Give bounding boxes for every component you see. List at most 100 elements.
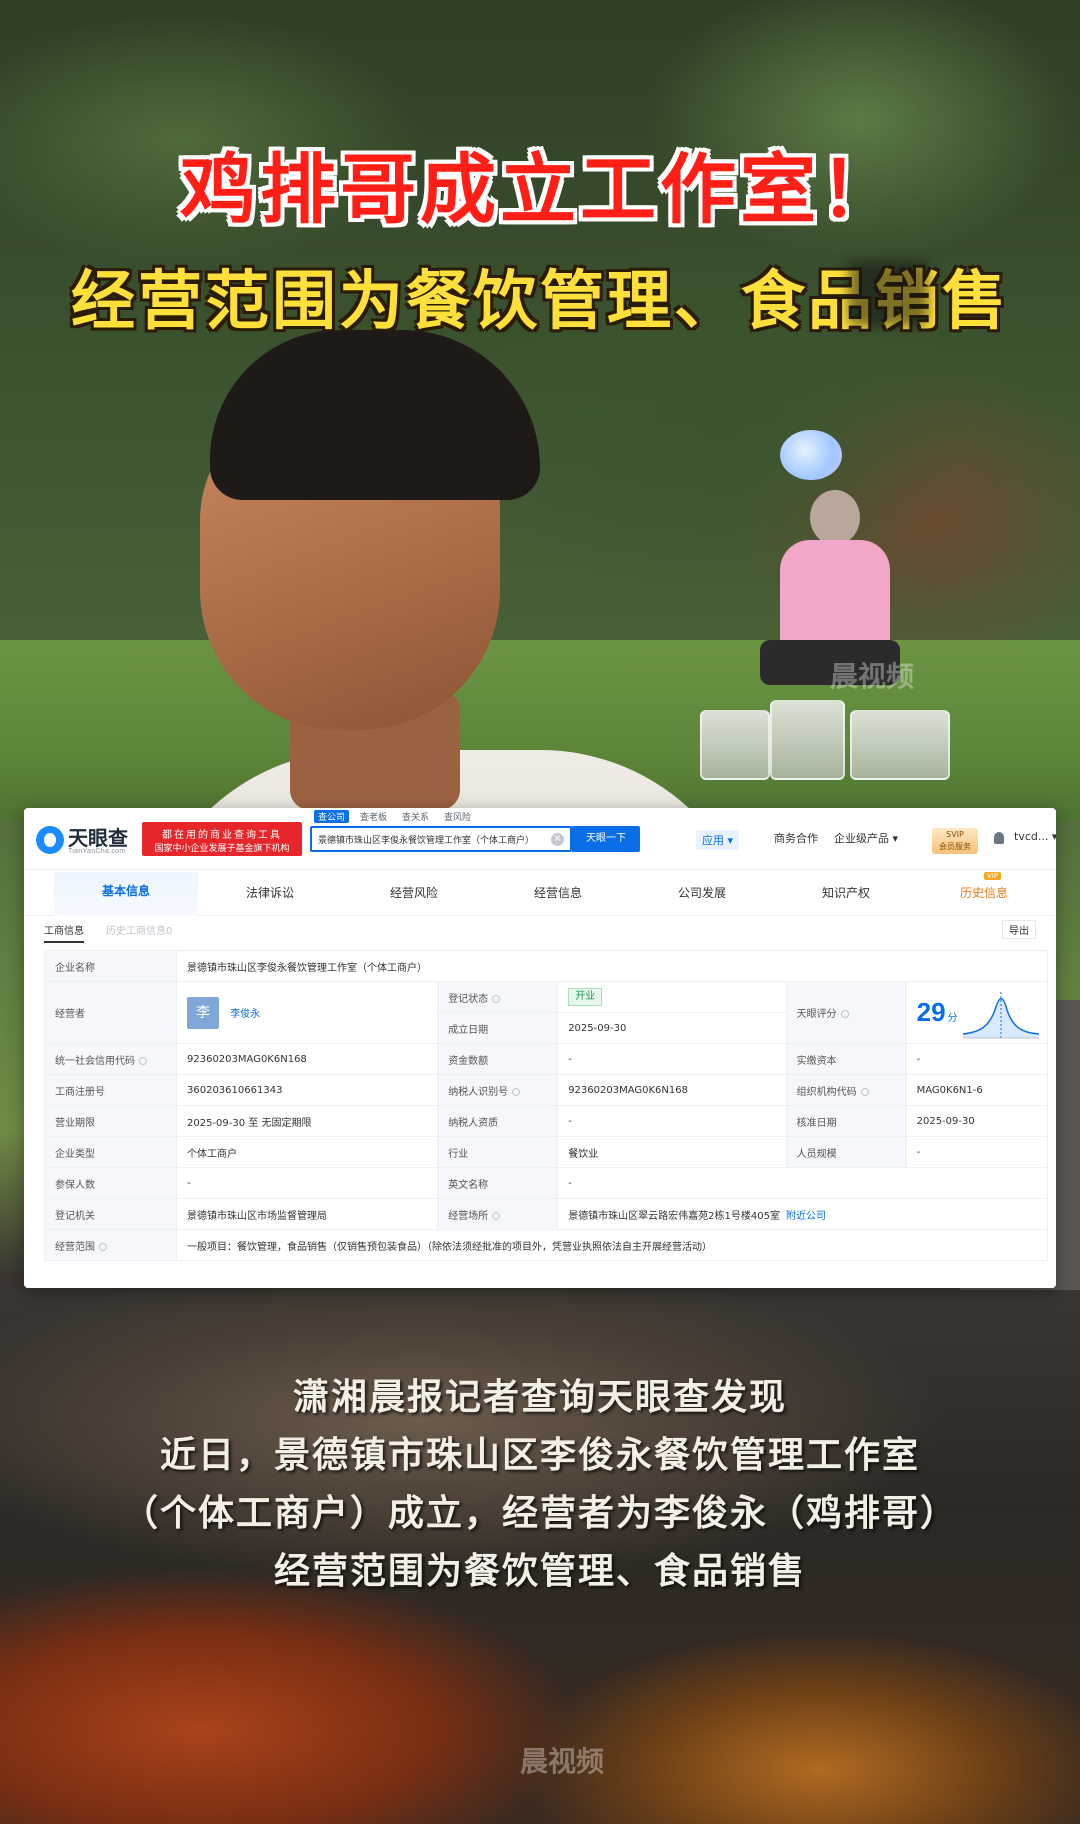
operator-label: 经营者	[44, 981, 177, 1044]
english-label: 英文名称	[437, 1167, 559, 1199]
business-link[interactable]: 商务合作	[774, 830, 818, 846]
vip-badge: VIP	[984, 872, 1002, 880]
tax-id-label-cell: 纳税人识别号	[437, 1074, 559, 1106]
tax-qual-label: 纳税人资质	[437, 1105, 559, 1137]
subtab-business-info[interactable]: 工商信息	[44, 922, 84, 943]
products-menu[interactable]: 企业级产品 ▾	[834, 830, 898, 846]
watermark-bottom: 晨视频	[520, 1745, 605, 1778]
man-figure	[140, 330, 760, 1010]
authority-label: 登记机关	[44, 1198, 177, 1230]
status-label-cell: 登记状态	[437, 981, 559, 1013]
company-type: 个体工商户	[175, 1136, 439, 1168]
subtab-history[interactable]: 历史工商信息0	[106, 922, 172, 937]
table-row: 经营范围 一般项目：餐饮管理，食品销售（仅销售预包装食品）（除依法须经批准的项目…	[44, 1229, 1048, 1261]
address-label-cell: 经营场所	[437, 1198, 559, 1230]
bell-icon[interactable]	[994, 832, 1004, 844]
table-row: 经营者 李 李俊永 登记状态 开业 天眼评分 29 分	[44, 981, 1049, 1044]
tab-development[interactable]: 公司发展	[630, 884, 774, 901]
help-icon[interactable]	[860, 1087, 869, 1096]
logo-domain: TianYanCha.com	[68, 848, 126, 855]
search-input[interactable]	[318, 831, 550, 847]
logo-name: 天眼查	[68, 828, 128, 850]
table-row: 营业期限 2025-09-30 至 无固定期限 纳税人资质 - 核准日期 202…	[44, 1105, 1049, 1137]
table-row: 登记机关 景德镇市珠山区市场监督管理局 经营场所 景德镇市珠山区翠云路宏伟嘉苑2…	[44, 1198, 1048, 1230]
scope-label: 经营范围	[55, 1241, 95, 1253]
caption-line-4: 经营范围为餐饮管理、食品销售	[273, 1550, 806, 1592]
staff-label: 人员规模	[785, 1136, 907, 1168]
site-header: 天眼查 TianYanCha.com 都在用的商业查询工具 国家中小企业发展子基…	[24, 808, 1056, 870]
search-tab-risk[interactable]: 查风险	[444, 810, 471, 823]
svip-button[interactable]: SVIP 会员服务	[932, 828, 978, 854]
tab-history[interactable]: 历史信息	[912, 884, 1056, 901]
approval-date: 2025-09-30	[905, 1105, 1049, 1137]
address-cell: 景德镇市珠山区翠云路宏伟嘉苑2栋1号楼405室 附近公司	[557, 1198, 1048, 1230]
export-label: 导出	[1009, 926, 1029, 937]
avatar: 李	[187, 996, 219, 1029]
capital-label: 资金数额	[437, 1043, 559, 1075]
org-code: MAG0K6N1-6	[905, 1074, 1049, 1106]
tab-ip[interactable]: 知识产权	[774, 884, 918, 901]
apps-menu[interactable]: 应用 ▾	[696, 830, 740, 850]
table-row: 统一社会信用代码 92360203MAG0K6N168 资金数额 - 实缴资本 …	[44, 1043, 1049, 1075]
status-cell: 开业	[557, 981, 787, 1013]
search-tab-boss[interactable]: 查老板	[360, 810, 387, 823]
insured-value: -	[175, 1167, 439, 1199]
business-term: 2025-09-30 至 无固定期限	[175, 1105, 439, 1137]
operator-name-link[interactable]: 李俊永	[230, 1005, 260, 1020]
address-label: 经营场所	[448, 1210, 489, 1222]
storage-boxes	[700, 680, 960, 780]
name-label: 企业名称	[44, 950, 177, 982]
capital-value: -	[557, 1043, 787, 1075]
help-icon[interactable]	[840, 1010, 849, 1018]
site-logo[interactable]: 天眼查 TianYanCha.com	[36, 822, 146, 858]
export-button[interactable]: 导出	[1002, 920, 1036, 939]
detail-tabs: 基本信息 法律诉讼 经营风险 经营信息 公司发展 知识产权 历史信息	[24, 870, 1056, 916]
paid-capital-label: 实缴资本	[785, 1043, 907, 1075]
tab-basic-info[interactable]: 基本信息	[54, 872, 198, 916]
score-distribution-icon	[962, 992, 1040, 1039]
credit-code: 92360203MAG0K6N168	[175, 1043, 439, 1075]
help-icon[interactable]	[139, 1056, 147, 1065]
tab-risk[interactable]: 经营风险	[342, 884, 486, 901]
help-icon[interactable]	[99, 1242, 107, 1251]
help-icon[interactable]	[492, 994, 501, 1003]
tax-qual-value: -	[557, 1105, 787, 1137]
tax-id: 92360203MAG0K6N168	[557, 1074, 787, 1106]
credit-code-label: 统一社会信用代码	[55, 1055, 135, 1067]
scope-label-cell: 经营范围	[44, 1229, 177, 1261]
svip-label: SVIP	[946, 830, 964, 839]
caption-line-3: （个体工商户）成立，经营者为李俊永（鸡排哥）	[121, 1492, 958, 1534]
tab-operation[interactable]: 经营信息	[486, 884, 630, 901]
approval-label: 核准日期	[785, 1105, 907, 1137]
reg-no: 360203610661343	[175, 1074, 439, 1106]
clear-icon[interactable]: ×	[551, 833, 564, 846]
score-label-cell: 天眼评分	[785, 981, 907, 1044]
promo-line2: 国家中小企业发展子基金旗下机构	[154, 844, 290, 854]
table-row: 企业类型 个体工商户 行业 餐饮业 人员规模 -	[44, 1136, 1049, 1168]
help-icon[interactable]	[512, 1087, 521, 1096]
score-cell[interactable]: 29 分	[905, 981, 1049, 1044]
business-scope: 一般项目：餐饮管理，食品销售（仅销售预包装食品）（除依法须经批准的项目外，凭营业…	[176, 1229, 1048, 1261]
business-info-table: 企业名称 景德镇市珠山区李俊永餐饮管理工作室（个体工商户） 经营者 李 李俊永 …	[44, 950, 1049, 1261]
type-label: 企业类型	[44, 1136, 177, 1168]
help-icon[interactable]	[492, 1211, 501, 1220]
tab-legal[interactable]: 法律诉讼	[198, 884, 342, 901]
paid-capital-value: -	[905, 1043, 1049, 1075]
status-label: 登记状态	[448, 993, 489, 1005]
sub-tabs: 工商信息 历史工商信息0 导出	[44, 920, 1044, 944]
nearby-companies-link[interactable]: 附近公司	[786, 1211, 826, 1222]
term-label: 营业期限	[44, 1105, 177, 1137]
operator-cell: 李 李俊永	[175, 981, 439, 1044]
table-row: 企业名称 景德镇市珠山区李俊永餐饮管理工作室（个体工商户）	[44, 950, 1048, 982]
industry-value: 餐饮业	[557, 1136, 787, 1168]
tax-id-label: 纳税人识别号	[448, 1086, 509, 1098]
status-badge: 开业	[568, 988, 603, 1006]
user-menu[interactable]: tvcd... ▾	[1014, 830, 1056, 843]
hand-fan	[780, 430, 842, 480]
org-code-label: 组织机构代码	[796, 1086, 857, 1098]
industry-label: 行业	[437, 1136, 559, 1168]
search-tab-company[interactable]: 查公司	[314, 810, 350, 823]
search-tab-relation[interactable]: 查关系	[402, 810, 429, 823]
search-button[interactable]: 天眼一下	[572, 826, 640, 852]
score-unit: 分	[947, 1013, 958, 1024]
